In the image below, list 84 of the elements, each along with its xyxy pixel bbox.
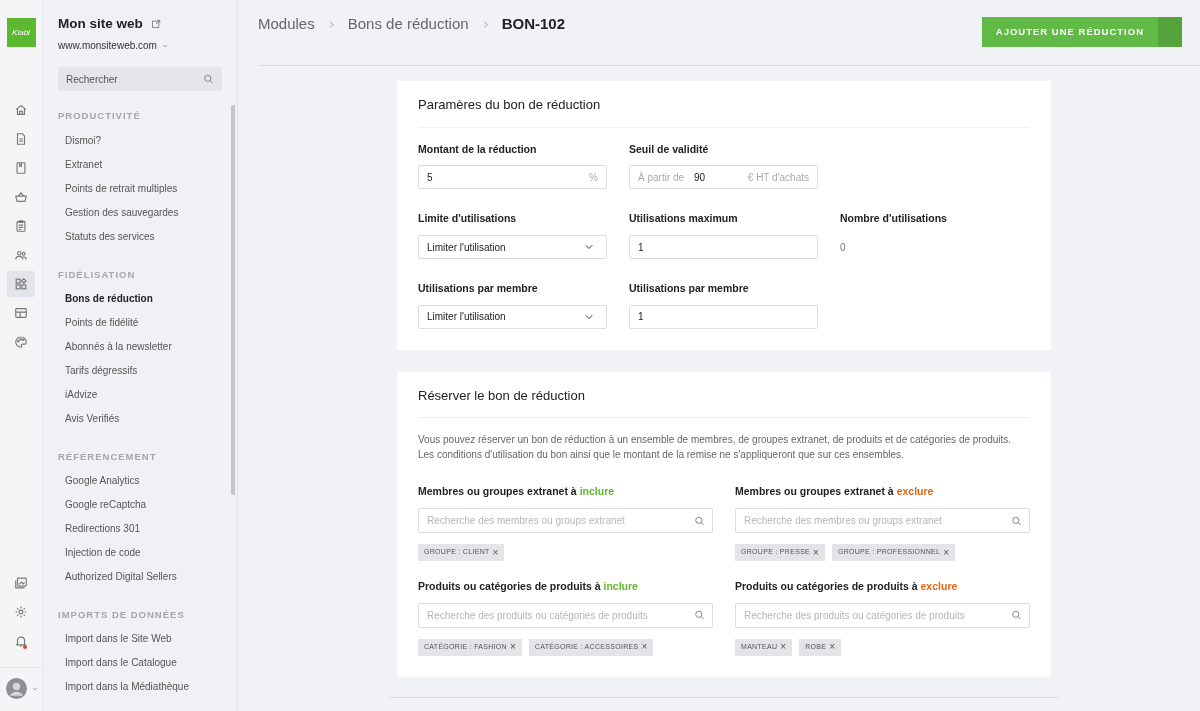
sidebar-item[interactable]: Tarifs dégressifs bbox=[58, 363, 222, 388]
field-label: Seuil de validité bbox=[629, 141, 710, 157]
section-heading: RÉFÉRENCEMENT bbox=[58, 449, 158, 464]
sidebar-item[interactable]: Authorized Digital Sellers bbox=[58, 570, 222, 594]
field-label: Utilisations par membre bbox=[418, 281, 539, 296]
sidebar-item[interactable]: iAdvize bbox=[58, 387, 222, 412]
modules-icon[interactable] bbox=[14, 277, 28, 291]
remove-button[interactable]: × bbox=[943, 547, 950, 558]
sidebar-item[interactable]: Import dans le Site Web bbox=[58, 632, 222, 657]
select-field[interactable]: Limiter l'utilisation bbox=[418, 235, 607, 259]
site-url-dropdown[interactable]: www.monsiteweb.com bbox=[58, 38, 157, 54]
section-heading: FIDÉLISATION bbox=[58, 267, 137, 282]
input-field[interactable]: 1 bbox=[629, 235, 818, 259]
field-label: Produits ou catégories de produits à inclure bbox=[418, 579, 639, 594]
gallery-icon[interactable] bbox=[14, 576, 28, 590]
home-icon[interactable] bbox=[14, 103, 28, 117]
sidebar-item[interactable]: Gestion des sauvegardes bbox=[58, 205, 222, 230]
remove-button[interactable]: × bbox=[492, 547, 499, 558]
prefix-label: À partir de bbox=[638, 170, 685, 185]
sidebar-item[interactable]: Abonnés à la newsletter bbox=[58, 339, 222, 364]
book-icon[interactable] bbox=[14, 161, 28, 175]
sidebar-item[interactable]: Import dans le Catalogue bbox=[58, 656, 222, 681]
unit-label: € HT d'achats bbox=[747, 170, 809, 185]
search-icon bbox=[694, 609, 705, 621]
sidebar-item[interactable]: Avis Verifiés bbox=[58, 411, 222, 436]
sidebar-item[interactable]: Import dans la Médiathèque bbox=[58, 680, 222, 705]
remove-button[interactable]: × bbox=[641, 642, 648, 653]
external-link-icon[interactable] bbox=[150, 19, 161, 30]
field-label: Nombre d'utilisations bbox=[840, 211, 948, 227]
document-icon[interactable] bbox=[14, 132, 28, 146]
search-field[interactable]: Recherche des membres ou groups extranet bbox=[418, 508, 713, 533]
search-icon bbox=[1011, 609, 1022, 621]
users-icon[interactable] bbox=[14, 248, 28, 262]
scrollbar[interactable] bbox=[231, 105, 235, 495]
field-label: Utilisations par membre bbox=[629, 281, 750, 296]
sidebar-item[interactable]: Statuts des services bbox=[58, 229, 222, 254]
field-label: Produits ou catégories de produits à exclure bbox=[735, 579, 959, 594]
select-field[interactable]: Limiter l'utilisation bbox=[418, 304, 607, 329]
page-title: BON-102 bbox=[501, 14, 565, 35]
search-icon bbox=[694, 515, 705, 526]
description: Vous pouvez réserver un bon de réduction à un ensemble de membres, de groupes extranet, de produits et de catégories de produits. Les conditions d'utilisation du bon ainsi que le montant de la remise ne s'appliqueront que sur ces ensembles. bbox=[418, 433, 1013, 463]
basket-icon[interactable] bbox=[14, 190, 28, 204]
sidebar-item[interactable]: Bons de réduction bbox=[58, 291, 222, 316]
sidebar-item[interactable]: Points de retrait multiples bbox=[58, 181, 222, 206]
sidebar-item[interactable]: Points de fidélité bbox=[58, 315, 222, 340]
usage-count: 0 bbox=[840, 241, 847, 255]
remove-button[interactable]: × bbox=[829, 642, 836, 653]
sidebar-item[interactable]: Google reCaptcha bbox=[58, 498, 222, 522]
remove-button[interactable]: × bbox=[780, 642, 787, 653]
search-icon bbox=[1011, 515, 1022, 526]
palette-icon[interactable] bbox=[14, 335, 28, 349]
clipboard-icon[interactable] bbox=[14, 219, 28, 233]
search-field[interactable]: Recherche des produits ou catégories de produits bbox=[418, 602, 713, 628]
sidebar-item[interactable]: Extranet bbox=[58, 157, 222, 182]
sidebar-item[interactable]: Google Analytics bbox=[58, 474, 222, 498]
breadcrumb-link[interactable]: Bons de réduction bbox=[347, 13, 469, 36]
dropdown-toggle-button[interactable] bbox=[1158, 17, 1182, 47]
remove-button[interactable]: × bbox=[813, 547, 819, 558]
bell-icon[interactable] bbox=[14, 634, 28, 648]
card-title: Paramères du bon de réduction bbox=[418, 95, 1030, 128]
sidebar-item[interactable]: Dismoi? bbox=[58, 133, 222, 158]
field-label: Membres ou groupes extranet à inclure bbox=[418, 484, 616, 500]
card-title: Réserver le bon de réduction bbox=[418, 385, 1030, 419]
search-field[interactable]: Recherche des produits ou catégories de produits bbox=[735, 602, 1030, 628]
sidebar-item[interactable]: Injection de code bbox=[58, 546, 222, 570]
section-heading: IMPORTS DE DONNÉES bbox=[58, 608, 186, 622]
field-label: Utilisations maximum bbox=[629, 211, 739, 227]
field-label: Montant de la réduction bbox=[418, 141, 538, 157]
sidebar-item[interactable]: Redirections 301 bbox=[58, 522, 222, 546]
settings-icon[interactable] bbox=[14, 605, 28, 619]
remove-button[interactable]: × bbox=[510, 642, 516, 653]
input-field[interactable]: 1 bbox=[629, 304, 818, 329]
layout-icon[interactable] bbox=[14, 306, 28, 320]
field-label: Limite d'utilisations bbox=[418, 211, 518, 227]
search-field[interactable]: Recherche des membres ou groups extranet bbox=[735, 508, 1030, 533]
search-field[interactable]: Rechercher bbox=[58, 67, 222, 92]
section-heading: PRODUCTIVITÉ bbox=[58, 109, 142, 124]
search-icon bbox=[203, 73, 214, 85]
rail-tab[interactable] bbox=[7, 271, 35, 297]
breadcrumb-link[interactable]: Modules bbox=[258, 13, 315, 36]
unit-label: % bbox=[589, 170, 598, 185]
site-title: Mon site web bbox=[58, 15, 143, 33]
avatar[interactable] bbox=[6, 678, 27, 699]
field-label: Membres ou groupes extranet à exclure bbox=[735, 484, 935, 500]
